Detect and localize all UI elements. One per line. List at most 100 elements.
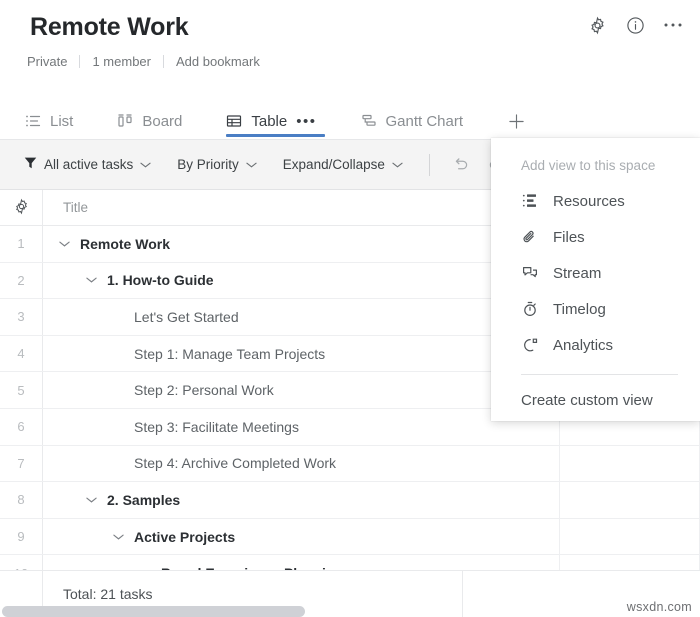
- filter-label: All active tasks: [44, 157, 133, 172]
- row-title-label: Step 2: Personal Work: [127, 382, 274, 398]
- row-extra-cell[interactable]: [560, 519, 700, 555]
- row-title-cell[interactable]: 1. How-to Guide: [43, 263, 560, 299]
- row-number: 8: [0, 482, 43, 518]
- paperclip-icon: [521, 229, 539, 245]
- row-title-cell[interactable]: Step 3: Facilitate Meetings: [43, 409, 560, 445]
- row-title-label: Remote Work: [73, 236, 170, 252]
- dropdown-item-stream[interactable]: Stream: [491, 255, 700, 291]
- row-title-cell[interactable]: Step 4: Archive Completed Work: [43, 446, 560, 482]
- row-title-cell[interactable]: Remote Work: [43, 226, 560, 262]
- column-header-title[interactable]: Title: [43, 190, 560, 225]
- page-header: Remote Work Private 1 member Add bookmar…: [0, 0, 700, 88]
- row-extra-cell[interactable]: [560, 482, 700, 518]
- filter-dropdown[interactable]: All active tasks: [24, 156, 151, 173]
- gear-icon: [13, 198, 30, 218]
- ellipsis-icon[interactable]: [662, 14, 684, 36]
- gear-icon[interactable]: [586, 14, 608, 36]
- view-tabbar: List Board Table •••: [0, 92, 700, 140]
- resources-icon: [521, 193, 539, 209]
- dropdown-item-timelog[interactable]: Timelog: [491, 291, 700, 327]
- board-icon: [117, 101, 133, 129]
- row-number: 5: [0, 372, 43, 408]
- row-title-label: Step 4: Archive Completed Work: [127, 455, 336, 471]
- meta-add-bookmark[interactable]: Add bookmark: [164, 54, 272, 69]
- row-number: 1: [0, 226, 43, 262]
- funnel-icon: [24, 156, 37, 173]
- group-by-label: By Priority: [177, 157, 239, 172]
- row-number: 10: [0, 555, 43, 570]
- row-title-label: 2. Samples: [100, 492, 180, 508]
- meta-members[interactable]: 1 member: [80, 54, 163, 69]
- row-number: 3: [0, 299, 43, 335]
- horizontal-scrollbar[interactable]: [2, 606, 305, 617]
- tab-board-label: Board: [142, 101, 182, 130]
- tab-table-label: Table: [251, 101, 287, 130]
- dropdown-item-analytics-label: Analytics: [553, 337, 613, 354]
- dropdown-item-files-label: Files: [553, 229, 585, 246]
- tab-table-overflow-icon[interactable]: •••: [296, 101, 316, 130]
- row-number: 4: [0, 336, 43, 372]
- toolbar-divider: [429, 154, 430, 176]
- add-view-dropdown: Add view to this space Resources: [491, 138, 700, 421]
- info-circle-icon[interactable]: [624, 14, 646, 36]
- row-extra-cell[interactable]: [560, 446, 700, 482]
- dropdown-item-resources-label: Resources: [553, 193, 625, 210]
- expand-collapse-dropdown[interactable]: Expand/Collapse: [283, 157, 403, 172]
- table-row[interactable]: 7 Step 4: Archive Completed Work: [0, 446, 700, 483]
- chevron-down-icon: [246, 161, 257, 169]
- tab-gantt-chart-label: Gantt Chart: [386, 101, 464, 130]
- row-title-cell[interactable]: Step 2: Personal Work: [43, 372, 560, 408]
- table-settings-button[interactable]: [0, 190, 43, 225]
- dropdown-item-timelog-label: Timelog: [553, 301, 606, 318]
- row-title-cell[interactable]: Step 1: Manage Team Projects: [43, 336, 560, 372]
- row-title-label: Step 1: Manage Team Projects: [127, 346, 325, 362]
- row-title-cell[interactable]: Brand Experience Planning: [43, 555, 560, 570]
- row-number: 6: [0, 409, 43, 445]
- row-title-cell[interactable]: Let's Get Started: [43, 299, 560, 335]
- row-expand-chevron-down-icon[interactable]: [55, 240, 73, 248]
- tab-table[interactable]: Table •••: [226, 92, 330, 138]
- table-row[interactable]: 8 2. Samples: [0, 482, 700, 519]
- chat-icon: [521, 265, 539, 281]
- row-title-label: Active Projects: [127, 529, 235, 545]
- table-row[interactable]: 9 Active Projects: [0, 519, 700, 556]
- pie-chart-icon: [521, 337, 539, 353]
- gantt-icon: [361, 101, 377, 129]
- row-number: 7: [0, 446, 43, 482]
- row-number: 9: [0, 519, 43, 555]
- chevron-down-icon: [392, 161, 403, 169]
- row-title-label: Let's Get Started: [127, 309, 239, 325]
- chevron-down-icon: [140, 161, 151, 169]
- dropdown-item-files[interactable]: Files: [491, 219, 700, 255]
- row-title-label: 1. How-to Guide: [100, 272, 214, 288]
- dropdown-divider: [521, 374, 678, 375]
- dropdown-item-resources[interactable]: Resources: [491, 183, 700, 219]
- row-expand-chevron-down-icon[interactable]: [82, 276, 100, 284]
- dropdown-item-analytics[interactable]: Analytics: [491, 327, 700, 363]
- row-title-cell[interactable]: Active Projects: [43, 519, 560, 555]
- row-extra-cell[interactable]: [560, 555, 700, 570]
- tab-list[interactable]: List: [25, 92, 87, 138]
- dropdown-item-stream-label: Stream: [553, 265, 601, 282]
- tab-board[interactable]: Board: [117, 92, 196, 138]
- stopwatch-icon: [521, 301, 539, 317]
- table-row[interactable]: 10Brand Experience Planning: [0, 555, 700, 570]
- table-icon: [226, 101, 242, 129]
- row-title-label: Step 3: Facilitate Meetings: [127, 419, 299, 435]
- row-expand-chevron-down-icon[interactable]: [82, 496, 100, 504]
- undo-icon[interactable]: [448, 152, 474, 178]
- dropdown-heading: Add view to this space: [491, 152, 700, 183]
- meta-privacy[interactable]: Private: [27, 54, 79, 69]
- row-expand-chevron-down-icon[interactable]: [109, 533, 127, 541]
- add-view-button[interactable]: [501, 92, 531, 138]
- row-number: 2: [0, 263, 43, 299]
- list-icon: [25, 101, 41, 129]
- tab-gantt-chart[interactable]: Gantt Chart: [361, 92, 478, 138]
- row-title-cell[interactable]: 2. Samples: [43, 482, 560, 518]
- app-root: Remote Work Private 1 member Add bookmar…: [0, 0, 700, 617]
- tab-list-label: List: [50, 101, 73, 130]
- create-custom-view-button[interactable]: Create custom view: [491, 380, 700, 420]
- expand-collapse-label: Expand/Collapse: [283, 157, 385, 172]
- group-by-dropdown[interactable]: By Priority: [177, 157, 257, 172]
- page-meta-row: Private 1 member Add bookmark: [27, 54, 272, 69]
